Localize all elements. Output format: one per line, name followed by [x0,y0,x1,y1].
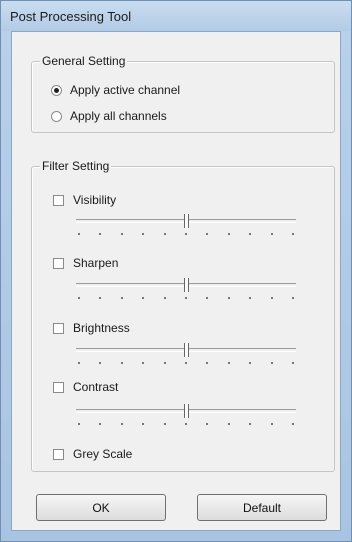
slider-tick [99,423,101,425]
slider-tick [228,423,230,425]
slider-tick [206,423,208,425]
checkbox-sharpen[interactable]: Sharpen [53,255,118,271]
checkbox[interactable] [53,448,64,460]
slider-tick [185,423,187,425]
checkbox-brightness[interactable]: Brightness [53,320,130,336]
slider-tick [271,362,273,364]
slider-tick [292,233,294,235]
radio-apply-active-channel[interactable]: Apply active channel [51,82,180,98]
slider-tick [164,423,166,425]
slider-tick [185,362,187,364]
checkbox-contrast[interactable]: Contrast [53,379,118,395]
slider-tick [99,362,101,364]
default-button[interactable]: Default [197,494,327,521]
checkbox-visibility[interactable]: Visibility [53,192,116,208]
slider-tick [249,362,251,364]
slider-tick [228,233,230,235]
checkbox-label: Contrast [73,380,119,394]
slider-thumb[interactable] [184,278,189,292]
slider-tick [206,362,208,364]
slider-tick [249,233,251,235]
slider-tick [164,233,166,235]
slider-tick [99,233,101,235]
slider-tick [271,233,273,235]
slider-tick [185,233,187,235]
ok-button[interactable]: OK [36,494,166,521]
window-title: Post Processing Tool [10,9,132,24]
radio-button-selected[interactable] [51,84,62,96]
radio-label: Apply active channel [70,83,181,97]
slider-tick [271,423,273,425]
slider-tick [292,362,294,364]
checkbox[interactable] [53,381,64,393]
slider-tick [121,233,123,235]
checkbox[interactable] [53,257,64,269]
slider-tick [78,297,80,299]
checkbox[interactable] [53,194,64,206]
slider-tick [78,362,80,364]
checkbox-label: Visibility [73,193,117,207]
slider-tick [142,362,144,364]
brightness-slider[interactable] [76,343,296,369]
filter-setting-group: Filter Setting Visibility Sharpen Bright… [31,159,335,472]
slider-tick [206,297,208,299]
contrast-slider[interactable] [76,404,296,430]
slider-tick [164,362,166,364]
slider-tick [185,297,187,299]
slider-thumb[interactable] [184,343,189,357]
slider-tick [271,297,273,299]
slider-tick [121,362,123,364]
slider-tick [99,297,101,299]
slider-tick [142,297,144,299]
visibility-slider[interactable] [76,214,296,240]
dialog-body: General Setting Apply active channel App… [11,31,341,531]
slider-thumb[interactable] [184,214,189,228]
title-bar[interactable]: Post Processing Tool [1,1,351,31]
slider-tick [121,423,123,425]
checkbox-label: Grey Scale [73,447,133,461]
general-setting-legend: General Setting [40,54,128,68]
slider-thumb[interactable] [184,404,189,418]
filter-setting-legend: Filter Setting [40,159,112,173]
slider-tick [206,233,208,235]
checkbox-label: Brightness [73,321,130,335]
radio-apply-all-channels[interactable]: Apply all channels [51,108,167,124]
general-setting-group: General Setting Apply active channel App… [31,54,335,133]
slider-tick [78,423,80,425]
slider-tick [228,362,230,364]
slider-tick [142,233,144,235]
slider-tick [78,233,80,235]
slider-tick [164,297,166,299]
slider-tick [228,297,230,299]
slider-tick [142,423,144,425]
radio-label: Apply all channels [70,109,167,123]
checkbox[interactable] [53,322,64,334]
slider-tick [292,423,294,425]
slider-tick [292,297,294,299]
slider-tick [249,423,251,425]
dialog-window: Post Processing Tool General Setting App… [0,0,352,542]
checkbox-grey-scale[interactable]: Grey Scale [53,446,132,462]
slider-tick [249,297,251,299]
slider-tick [121,297,123,299]
checkbox-label: Sharpen [73,256,119,270]
sharpen-slider[interactable] [76,278,296,304]
radio-button[interactable] [51,110,62,122]
